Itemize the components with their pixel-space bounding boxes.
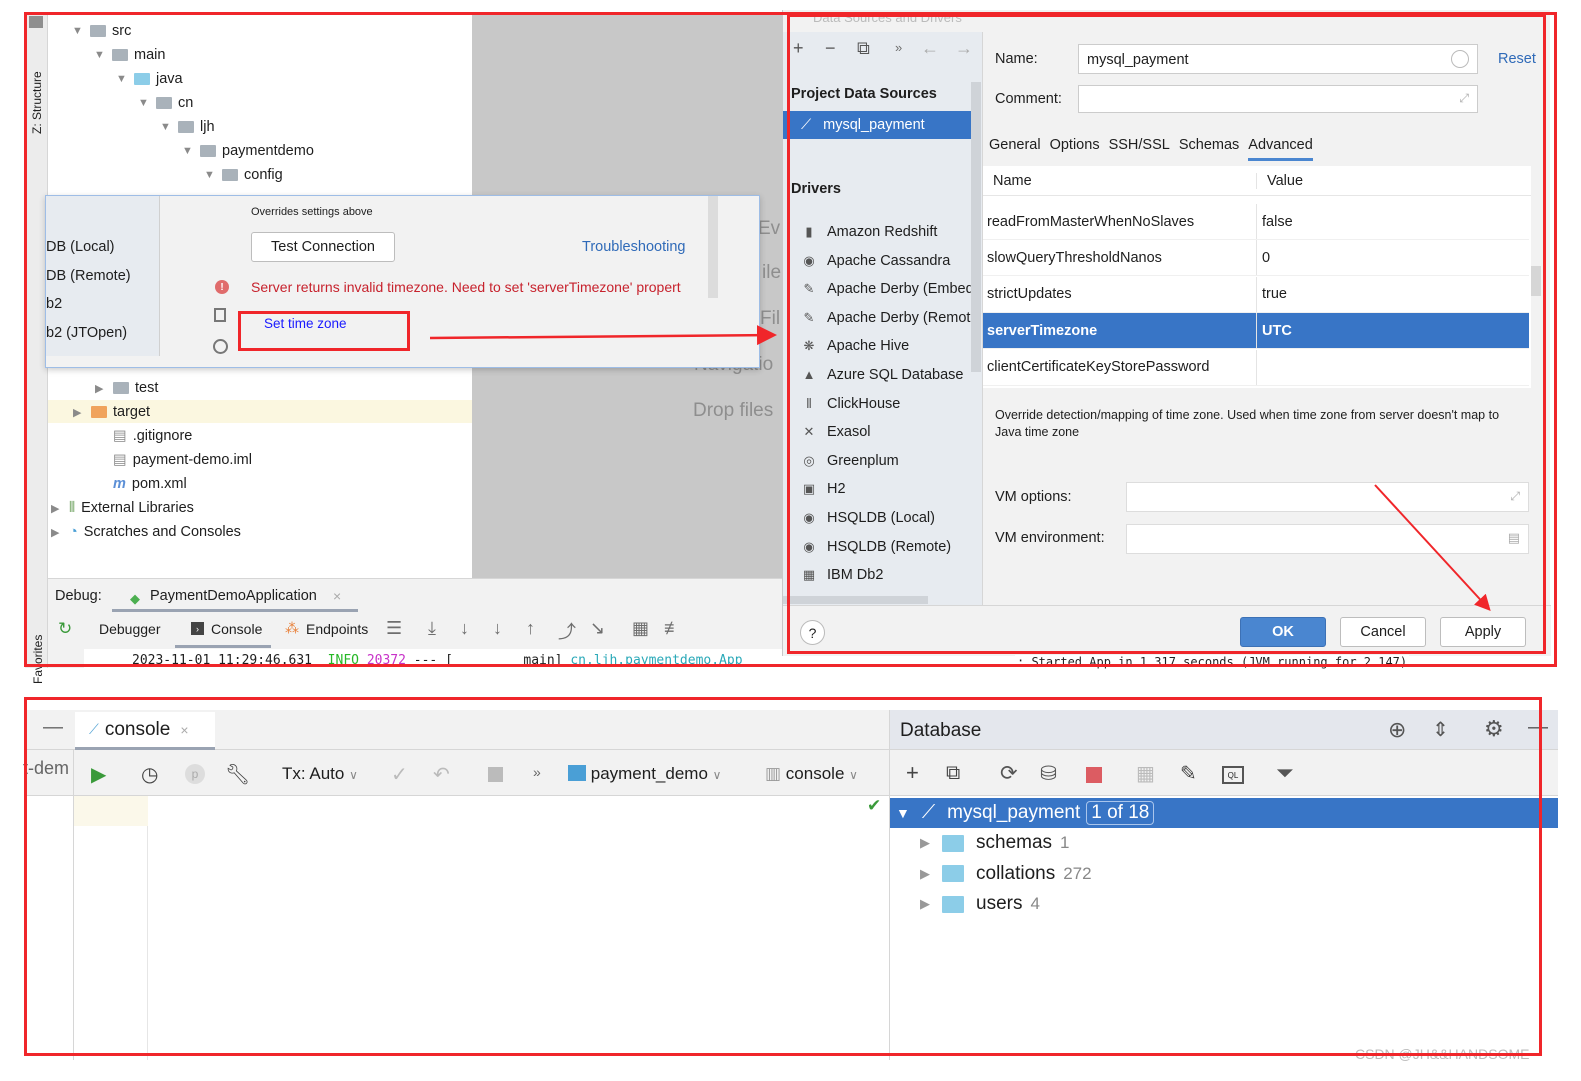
annotation-arrow: [1374, 484, 1491, 611]
annotation-arrows: [429, 325, 1491, 611]
annotation-arrow: [429, 325, 777, 346]
